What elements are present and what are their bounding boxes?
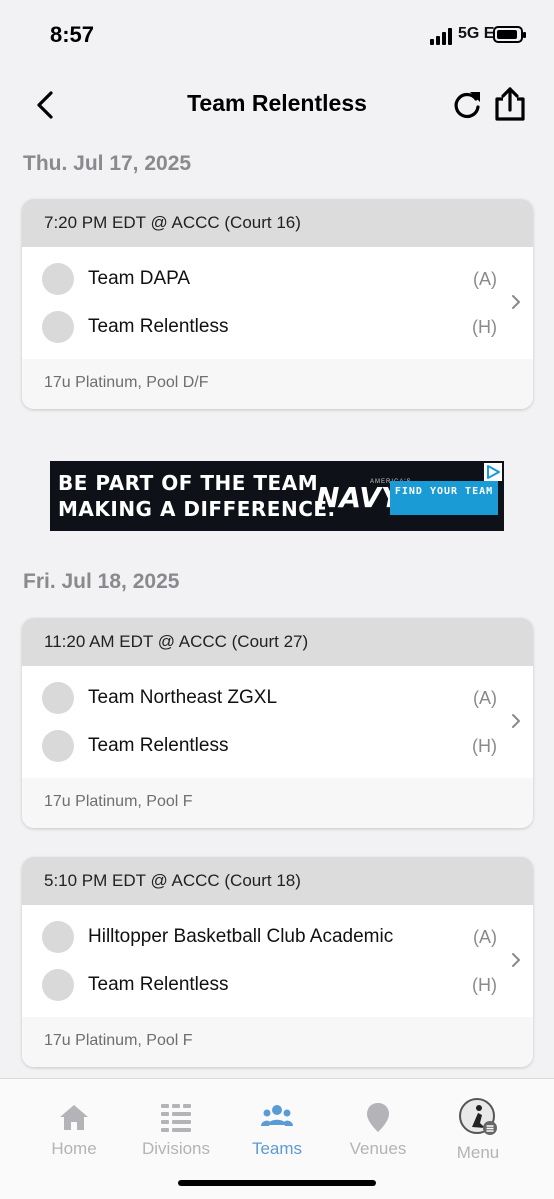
game-teams: Team Northeast ZGXL (A) Team Relentless …: [22, 666, 533, 778]
nav-bar: Team Relentless: [0, 80, 554, 130]
away-label: (A): [473, 926, 497, 947]
home-label: (H): [472, 735, 497, 756]
game-card[interactable]: 7:20 PM EDT @ ACCC (Court 16) Team DAPA …: [22, 199, 533, 409]
team-logo-placeholder: [42, 921, 74, 953]
game-card[interactable]: 11:20 AM EDT @ ACCC (Court 27) Team Nort…: [22, 618, 533, 828]
date-header: Fri. Jul 18, 2025: [23, 570, 180, 593]
tab-divisions[interactable]: Divisions: [126, 1079, 226, 1174]
home-team-row: Team Relentless (H): [42, 728, 497, 764]
share-icon[interactable]: [492, 86, 528, 122]
home-team-row: Team Relentless (H): [42, 309, 497, 345]
tab-label: Divisions: [141, 1139, 211, 1158]
status-bar: 8:57 5G E: [0, 0, 554, 70]
game-division: 17u Platinum, Pool D/F: [22, 359, 533, 409]
ad-banner[interactable]: BE PART OF THE TEAM MAKING A DIFFERENCE.…: [50, 461, 504, 531]
venues-icon: [367, 1103, 389, 1132]
status-time: 8:57: [50, 22, 95, 47]
home-team-name: Team Relentless: [88, 735, 229, 756]
battery-icon: [493, 26, 526, 43]
away-team-name: Team Northeast ZGXL: [88, 687, 278, 708]
tab-venues[interactable]: Venues: [328, 1079, 428, 1174]
refresh-icon[interactable]: [450, 88, 484, 122]
home-label: (H): [472, 316, 497, 337]
team-logo-placeholder: [42, 730, 74, 762]
home-indicator: [178, 1180, 376, 1186]
game-division: 17u Platinum, Pool F: [22, 1017, 533, 1067]
away-label: (A): [473, 268, 497, 289]
ad-choices-icon[interactable]: [484, 463, 502, 481]
tab-home[interactable]: Home: [24, 1079, 124, 1174]
home-icon: [60, 1105, 88, 1130]
team-logo-placeholder: [42, 263, 74, 295]
tab-teams[interactable]: Teams: [227, 1079, 327, 1174]
tab-label: Teams: [251, 1139, 303, 1158]
network-type: 5G E: [458, 25, 495, 42]
chevron-right-icon: [512, 953, 520, 967]
ad-subheadline: MAKING A DIFFERENCE.: [58, 497, 336, 521]
away-team-name: Team DAPA: [88, 268, 191, 289]
team-logo-placeholder: [42, 311, 74, 343]
game-card[interactable]: 5:10 PM EDT @ ACCC (Court 18) Hilltopper…: [22, 857, 533, 1067]
tab-label: Home: [51, 1139, 97, 1158]
team-logo-placeholder: [42, 969, 74, 1001]
divisions-icon: [161, 1104, 191, 1132]
team-logo-placeholder: [42, 682, 74, 714]
game-teams: Team DAPA (A) Team Relentless (H): [22, 247, 533, 359]
away-team-row: Team DAPA (A): [42, 261, 497, 297]
menu-avatar-icon: [459, 1098, 497, 1135]
game-teams: Hilltopper Basketball Club Academic (A) …: [22, 905, 533, 1017]
away-label: (A): [473, 687, 497, 708]
away-team-name: Hilltopper Basketball Club Academic: [88, 926, 394, 947]
cellular-signal-icon: [430, 27, 456, 45]
chevron-right-icon: [512, 714, 520, 728]
game-time-location: 11:20 AM EDT @ ACCC (Court 27): [22, 618, 533, 666]
tab-menu[interactable]: Menu: [428, 1079, 528, 1174]
date-header: Thu. Jul 17, 2025: [23, 152, 192, 175]
away-team-row: Team Northeast ZGXL (A): [42, 680, 497, 716]
tab-label: Menu: [456, 1143, 500, 1162]
ad-headline: BE PART OF THE TEAM: [58, 471, 319, 495]
tab-label: Venues: [349, 1139, 407, 1158]
away-team-row: Hilltopper Basketball Club Academic (A): [42, 919, 497, 955]
home-team-row: Team Relentless (H): [42, 967, 497, 1003]
game-time-location: 7:20 PM EDT @ ACCC (Court 16): [22, 199, 533, 247]
teams-icon: [261, 1105, 293, 1126]
ad-brand-logo: NAVY: [316, 481, 402, 514]
home-team-name: Team Relentless: [88, 316, 229, 337]
game-time-location: 5:10 PM EDT @ ACCC (Court 18): [22, 857, 533, 905]
game-division: 17u Platinum, Pool F: [22, 778, 533, 828]
chevron-right-icon: [512, 295, 520, 309]
home-label: (H): [472, 974, 497, 995]
home-team-name: Team Relentless: [88, 974, 229, 995]
ad-cta-button[interactable]: FIND YOUR TEAM: [390, 481, 498, 515]
